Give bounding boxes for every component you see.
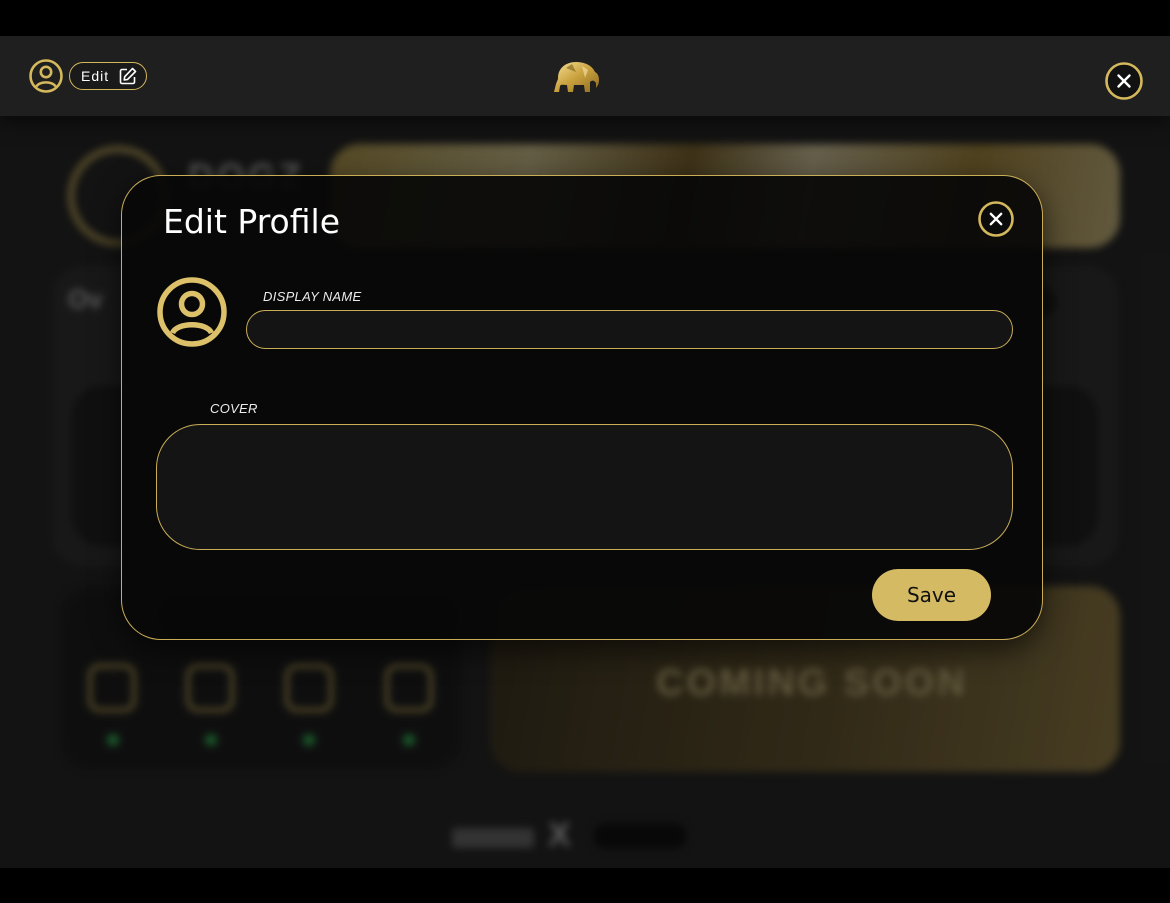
modal-title: Edit Profile	[163, 202, 341, 241]
edit-profile-button[interactable]: Edit	[69, 62, 147, 90]
close-icon[interactable]	[1104, 61, 1144, 101]
elephant-logo	[554, 62, 599, 92]
edit-label: Edit	[81, 68, 110, 84]
display-name-input[interactable]	[246, 310, 1013, 349]
cover-label: COVER	[210, 401, 258, 416]
user-avatar-icon[interactable]	[28, 58, 64, 94]
edit-pencil-icon	[119, 67, 137, 85]
edit-profile-modal: Edit Profile DISPLAY NAME COVER Save	[121, 175, 1043, 640]
profile-avatar-icon[interactable]	[156, 276, 228, 348]
app-window: Edit DOGZ	[0, 36, 1170, 868]
display-name-label: DISPLAY NAME	[263, 289, 362, 304]
top-bar: Edit	[0, 36, 1170, 116]
cover-input[interactable]	[156, 424, 1013, 550]
close-icon[interactable]	[977, 200, 1015, 238]
save-button[interactable]: Save	[872, 569, 991, 621]
